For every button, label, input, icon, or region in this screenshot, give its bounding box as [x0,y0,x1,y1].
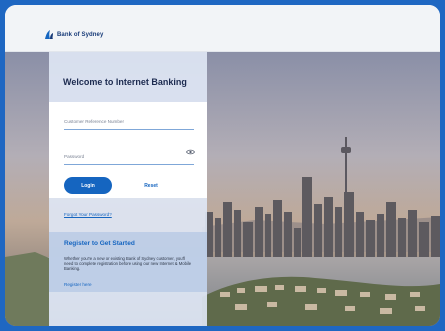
login-panel: Welcome to Internet Banking Customer Ref… [49,52,207,326]
register-title: Register to Get Started [64,240,135,247]
forgot-password-link[interactable]: Forgot Your Password? [64,212,112,217]
site-header: Bank of Sydney [5,5,440,52]
crn-field[interactable]: Customer Reference Number [64,119,124,124]
register-link[interactable]: Register here [64,282,92,287]
reset-button[interactable]: Reset [133,177,169,194]
eye-icon[interactable] [186,149,195,155]
login-button[interactable]: Login [64,177,112,194]
bank-name: Bank of Sydney [57,32,104,38]
password-field[interactable]: Password [64,154,84,159]
sail-logo-icon [45,30,53,39]
browser-frame: Bank of Sydney Welcome to Internet Banki… [5,5,440,326]
password-field-underline [64,164,194,165]
register-description: Whether you're a new or existing Bank of… [64,256,192,272]
register-section: Register to Get Started Whether you're a… [49,232,207,292]
page-title: Welcome to Internet Banking [63,77,187,87]
bank-logo[interactable]: Bank of Sydney [44,30,103,40]
crn-field-underline [64,129,194,130]
